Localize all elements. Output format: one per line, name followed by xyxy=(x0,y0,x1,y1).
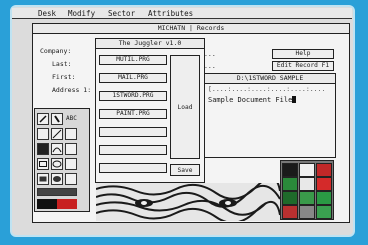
palette-swatch-5[interactable] xyxy=(299,177,315,191)
juggler-title: The Juggler v1.0 xyxy=(96,39,204,49)
palette-swatch-11[interactable] xyxy=(299,205,315,219)
pattern-selector[interactable] xyxy=(37,188,77,196)
tiger-stripes-image xyxy=(96,183,280,221)
pencil-tool-icon[interactable] xyxy=(37,113,49,125)
menu-desk[interactable]: Desk xyxy=(38,8,56,19)
program-slot-4[interactable]: PAINT.PRG xyxy=(99,109,167,119)
ellipse-tool-icon[interactable] xyxy=(51,158,63,170)
tiger-artwork xyxy=(96,183,280,221)
filled-ellipse-icon[interactable] xyxy=(51,173,63,185)
help-button[interactable]: Help xyxy=(272,49,334,59)
eraser-tool-icon[interactable] xyxy=(65,128,77,140)
document-title-text: D:\1STWORD SAMPLE xyxy=(236,74,304,82)
first-label: First: xyxy=(52,73,76,81)
menu-bar: Desk Modify Sector Attributes xyxy=(12,8,352,19)
save-button[interactable]: Save xyxy=(170,164,200,176)
palette-swatch-4[interactable] xyxy=(282,177,298,191)
load-button[interactable]: Load xyxy=(170,55,200,159)
document-text-content: Sample Document File xyxy=(208,96,293,104)
edit-record-button[interactable]: Edit Record F1 xyxy=(272,61,334,71)
menu-sector[interactable]: Sector xyxy=(108,8,135,19)
program-slot-7[interactable] xyxy=(99,163,167,173)
spray-tool-icon[interactable] xyxy=(37,128,49,140)
records-window-title: MICHATN | Records xyxy=(33,24,349,34)
freeform-tool-icon[interactable] xyxy=(65,158,77,170)
line-tool-icon[interactable] xyxy=(51,128,63,140)
color-bar[interactable] xyxy=(37,199,77,209)
palette-swatch-10[interactable] xyxy=(282,205,298,219)
juggler-title-text: The Juggler v1.0 xyxy=(118,39,182,47)
palette-swatch-12[interactable] xyxy=(316,205,332,219)
palette-swatch-6[interactable] xyxy=(316,177,332,191)
color-bar-red xyxy=(57,199,77,209)
records-title-text: MICHATN | Records xyxy=(157,24,225,32)
curve-tool-icon[interactable] xyxy=(51,143,63,155)
records-dots-2: ... xyxy=(204,62,216,70)
filled-polygon-icon[interactable] xyxy=(65,173,77,185)
program-slot-6[interactable] xyxy=(99,145,167,155)
rectangle-tool-icon[interactable] xyxy=(37,158,49,170)
program-slot-2[interactable]: MAIL.PRG xyxy=(99,73,167,83)
palette-swatch-3[interactable] xyxy=(316,163,332,177)
color-palette xyxy=(280,160,334,220)
fill-tool-icon[interactable] xyxy=(37,143,49,155)
palette-swatch-8[interactable] xyxy=(299,191,315,205)
document-ruler: [....:....:....:....:....:.... xyxy=(208,85,326,93)
palette-swatch-7[interactable] xyxy=(282,191,298,205)
company-label: Company: xyxy=(40,47,72,55)
filled-rectangle-icon[interactable] xyxy=(37,173,49,185)
text-tool[interactable]: ABC xyxy=(66,115,77,122)
program-slot-1[interactable]: MUTIL.PRG xyxy=(99,55,167,65)
document-title: D:\1STWORD SAMPLE xyxy=(205,74,335,84)
polygon-tool-icon[interactable] xyxy=(65,143,77,155)
program-slot-5[interactable] xyxy=(99,127,167,137)
program-slot-3[interactable]: 1STWORD.PRG xyxy=(99,91,167,101)
palette-swatch-2[interactable] xyxy=(299,163,315,177)
document-text[interactable]: Sample Document File xyxy=(208,96,297,104)
palette-swatch-1[interactable] xyxy=(282,163,298,177)
brush-tool-icon[interactable] xyxy=(51,113,63,125)
text-cursor xyxy=(292,96,297,103)
menu-modify[interactable]: Modify xyxy=(68,8,95,19)
address-label: Address 1: xyxy=(52,86,92,94)
color-bar-black xyxy=(37,199,57,209)
records-dots: ... xyxy=(204,50,216,58)
last-label: Last: xyxy=(52,60,72,68)
palette-swatch-9[interactable] xyxy=(316,191,332,205)
menu-attributes[interactable]: Attributes xyxy=(148,8,193,19)
